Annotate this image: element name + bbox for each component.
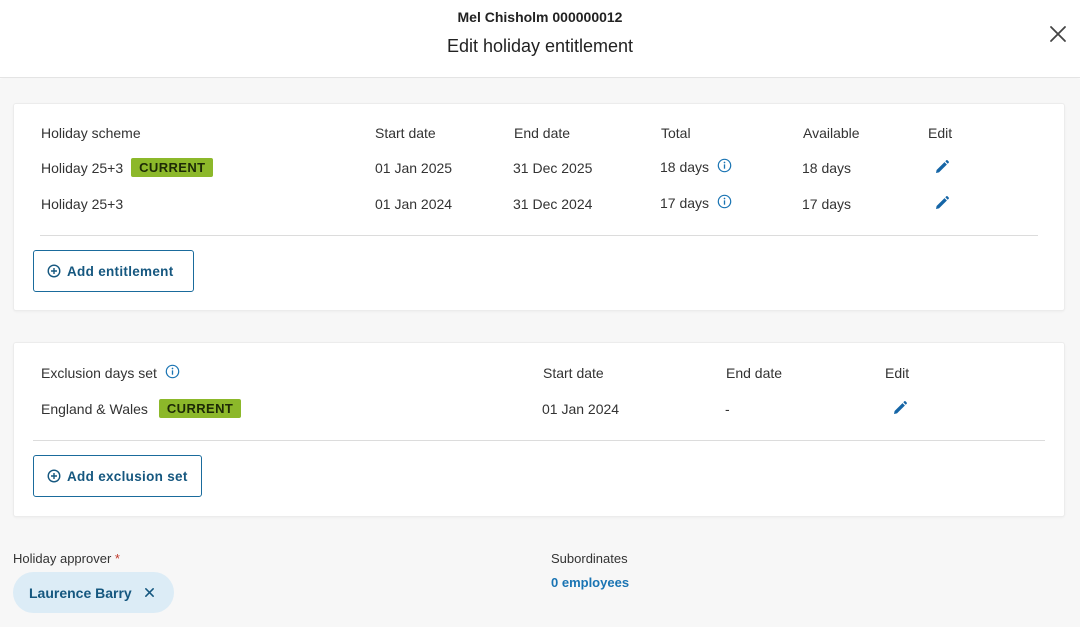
col-header-edit: Edit — [885, 365, 910, 381]
pencil-icon[interactable] — [934, 195, 950, 211]
field-label: Holiday approver — [13, 551, 112, 566]
divider — [40, 235, 1038, 236]
total-value: 17 days — [660, 195, 710, 211]
close-icon[interactable] — [1048, 24, 1068, 44]
holiday-approver-label: Holiday approver * — [13, 551, 120, 566]
employee-name: Mel Chisholm 000000012 — [457, 9, 623, 25]
add-exclusion-set-button[interactable]: Add exclusion set — [33, 455, 202, 497]
pencil-icon[interactable] — [934, 159, 950, 175]
page-title: Edit holiday entitlement — [446, 36, 634, 56]
button-label: Add exclusion set — [67, 468, 188, 484]
add-entitlement-button[interactable]: Add entitlement — [33, 250, 194, 292]
end-date: 31 Dec 2024 — [513, 196, 593, 212]
table-row: Holiday 25+3 CURRENT — [41, 158, 214, 177]
approver-name: Laurence Barry — [29, 584, 132, 601]
available-days: 17 days — [802, 196, 852, 212]
start-date: 01 Jan 2024 — [375, 196, 453, 212]
table-row: England & Wales CURRENT — [41, 399, 242, 418]
modal-header: Mel Chisholm 000000012 Edit holiday enti… — [0, 0, 1080, 78]
pencil-icon[interactable] — [892, 400, 908, 416]
start-date: 01 Jan 2024 — [542, 401, 620, 417]
col-header-total: Total — [661, 125, 691, 141]
col-header-start: Start date — [375, 125, 436, 141]
subordinates-link[interactable]: 0 employees — [551, 575, 629, 590]
scheme-name: Holiday 25+3 — [41, 160, 124, 176]
col-header-end: End date — [514, 125, 571, 141]
col-header-exclusion-set: Exclusion days set — [41, 364, 180, 381]
col-header-start: Start date — [543, 365, 604, 381]
plus-circle-icon — [47, 264, 61, 278]
col-header-end: End date — [726, 365, 783, 381]
status-badge: CURRENT — [131, 158, 214, 177]
required-mark: * — [114, 551, 120, 566]
status-badge: CURRENT — [158, 399, 242, 418]
info-icon[interactable] — [165, 364, 180, 379]
start-date: 01 Jan 2025 — [375, 160, 453, 176]
info-icon[interactable] — [717, 194, 732, 209]
info-icon[interactable] — [717, 158, 732, 173]
col-header-available: Available — [803, 125, 860, 141]
divider — [33, 440, 1045, 441]
total-days: 17 days — [660, 194, 732, 211]
approver-chip[interactable]: Laurence Barry — [13, 572, 174, 613]
col-header-edit: Edit — [928, 125, 953, 141]
button-label: Add entitlement — [67, 263, 174, 279]
exclusion-set-name: England & Wales — [41, 401, 148, 417]
col-header-scheme: Holiday scheme — [41, 125, 141, 141]
remove-icon[interactable] — [144, 587, 155, 598]
available-days: 18 days — [802, 160, 852, 176]
total-days: 18 days — [660, 158, 732, 175]
plus-circle-icon — [47, 469, 61, 483]
col-header-label: Exclusion days set — [41, 365, 157, 381]
total-value: 18 days — [660, 159, 710, 175]
scheme-name: Holiday 25+3 — [41, 196, 124, 212]
subordinates-label: Subordinates — [551, 551, 628, 566]
end-date: 31 Dec 2025 — [513, 160, 593, 176]
end-date: - — [725, 401, 730, 417]
